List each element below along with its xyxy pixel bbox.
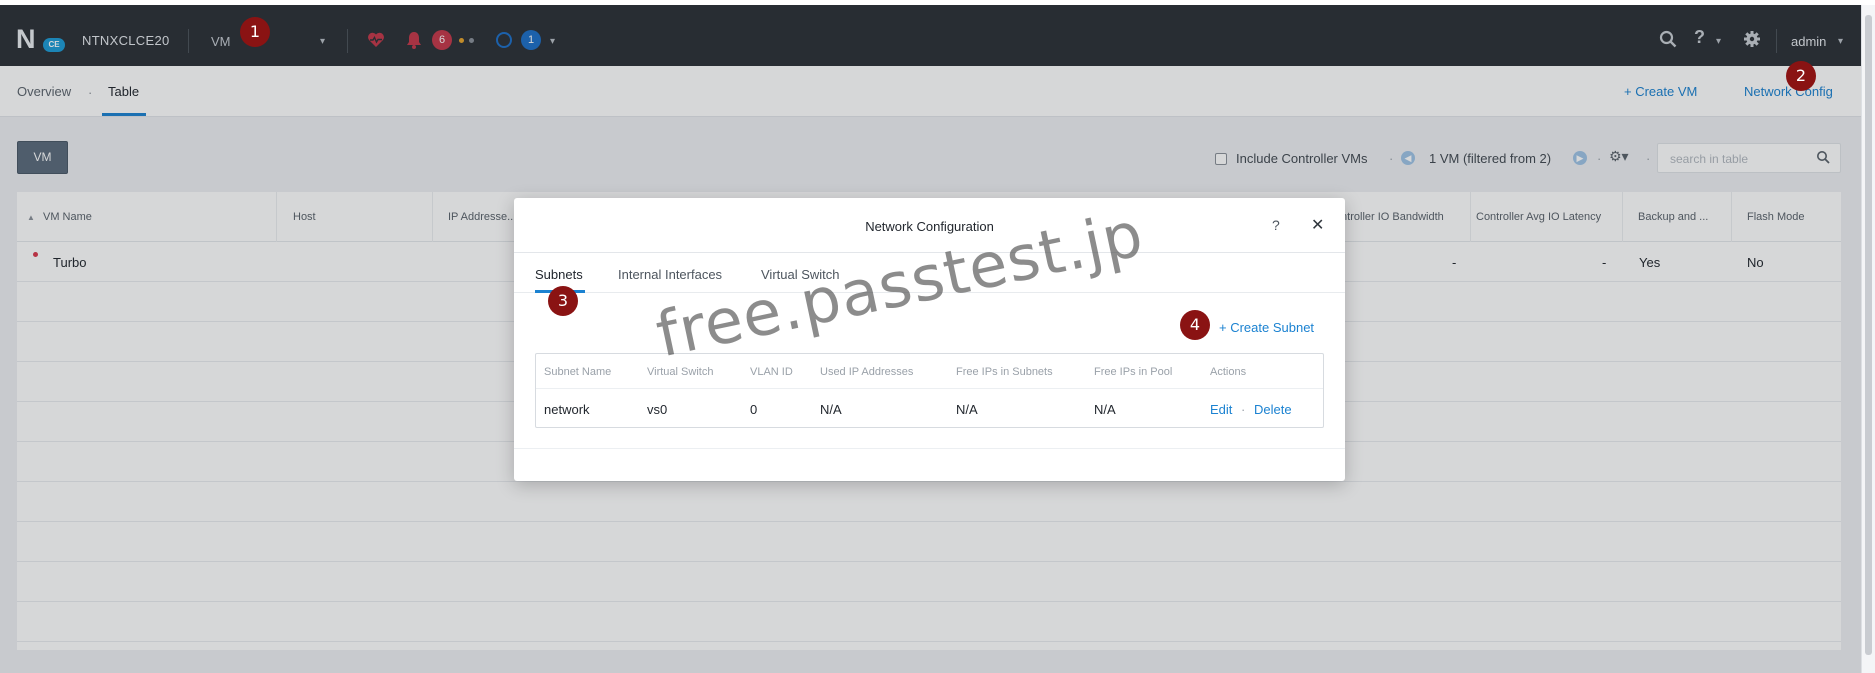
edit-subnet-link[interactable]: Edit — [1210, 402, 1232, 417]
help-icon[interactable]: ? — [1272, 217, 1280, 233]
column-subnet-name: Subnet Name — [544, 366, 612, 378]
subnets-table: Subnet Name Virtual Switch VLAN ID Used … — [535, 353, 1324, 428]
dialog-footer-divider — [514, 448, 1345, 449]
scrollbar-thumb[interactable] — [1865, 15, 1872, 655]
column-free-ips-in-subnets: Free IPs in Subnets — [956, 366, 1053, 378]
used-ips-cell: N/A — [820, 402, 842, 417]
column-used-ip-addresses: Used IP Addresses — [820, 366, 914, 378]
column-actions: Actions — [1210, 366, 1247, 378]
subnet-name-cell: network — [544, 402, 590, 417]
page-scrollbar[interactable] — [1861, 5, 1875, 673]
annotation-marker-3: 3 — [548, 286, 578, 316]
close-icon[interactable]: ✕ — [1311, 215, 1324, 235]
column-free-ips-in-pool: Free IPs in Pool — [1094, 366, 1173, 378]
annotation-marker-1: 1 — [240, 17, 270, 47]
free-ips-subnets-cell: N/A — [956, 402, 978, 417]
tab-subnets[interactable]: Subnets — [535, 267, 583, 282]
free-ips-pool-cell: N/A — [1094, 402, 1116, 417]
virtual-switch-cell: vs0 — [647, 402, 668, 417]
dialog-title: Network Configuration — [865, 219, 994, 234]
vlan-id-cell: 0 — [750, 402, 758, 417]
action-separator: · — [1241, 402, 1246, 417]
tab-internal-interfaces[interactable]: Internal Interfaces — [618, 267, 722, 282]
annotation-marker-4: 4 — [1180, 310, 1210, 340]
delete-subnet-link[interactable]: Delete — [1254, 402, 1292, 417]
column-vlan-id: VLAN ID — [750, 366, 793, 378]
create-subnet-link[interactable]: + Create Subnet — [1219, 320, 1314, 335]
annotation-marker-2: 2 — [1786, 61, 1816, 91]
